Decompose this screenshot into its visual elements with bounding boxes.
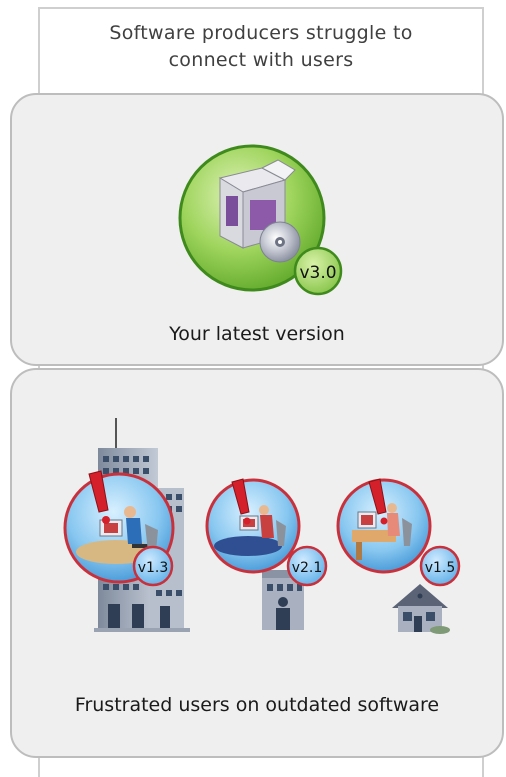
svg-text:v2.1: v2.1: [292, 560, 323, 576]
version-badge-v1-5: v1.5: [419, 545, 461, 587]
users-illustration: v1.3 v2.1 v1.5: [63, 418, 461, 634]
svg-text:v1.5: v1.5: [425, 560, 456, 576]
svg-text:v1.3: v1.3: [138, 560, 169, 576]
house-building: [392, 584, 450, 634]
users-caption: Frustrated users on outdated software: [74, 694, 440, 716]
version-badge-v2-1: v2.1: [286, 545, 328, 587]
user-at-desk-icon-2: [205, 478, 301, 574]
diagram: Software producers struggle to connect w…: [0, 0, 506, 777]
version-badge-v1-3: v1.3: [132, 545, 174, 587]
user-at-desk-icon-3: [336, 478, 432, 574]
